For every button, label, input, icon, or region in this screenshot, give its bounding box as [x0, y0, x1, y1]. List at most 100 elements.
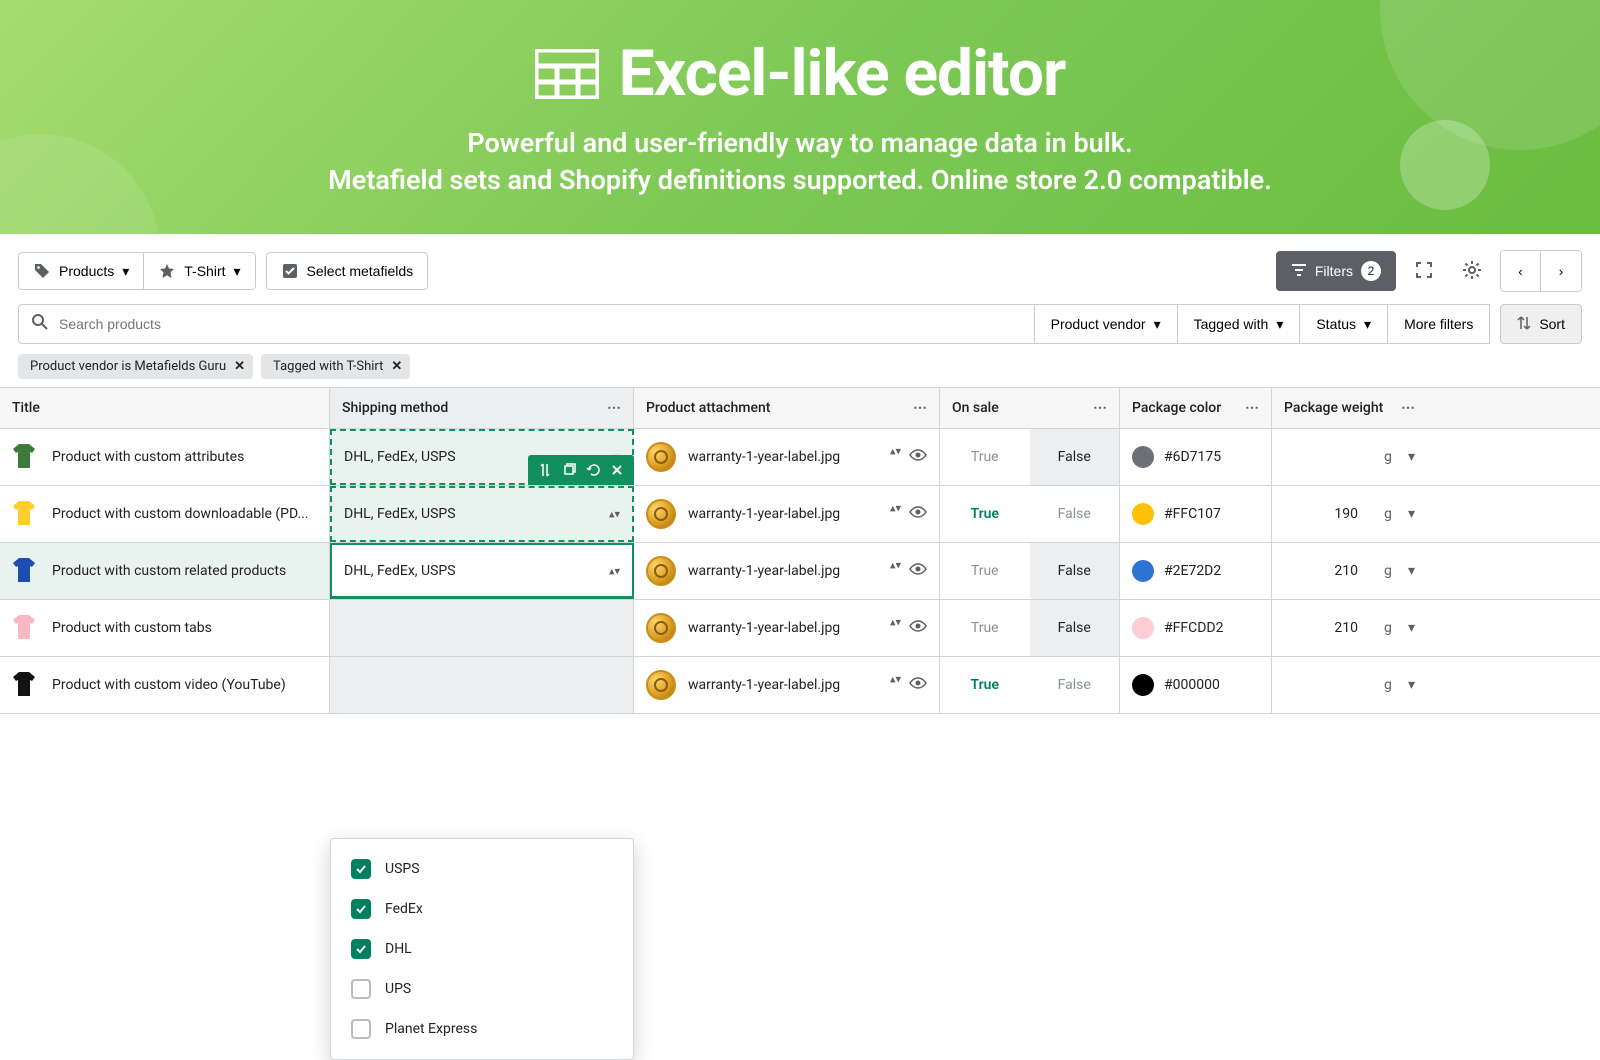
title-cell[interactable]: Product with custom video (YouTube): [0, 657, 330, 713]
onsale-cell[interactable]: TrueFalse: [940, 657, 1120, 713]
dropdown-option[interactable]: USPS: [331, 849, 633, 889]
eye-icon[interactable]: [909, 560, 927, 582]
false-toggle[interactable]: False: [1030, 657, 1120, 713]
attachment-cell[interactable]: warranty-1-year-label.jpg▴▾: [634, 543, 940, 599]
weight-cell[interactable]: 210g▾: [1272, 543, 1427, 599]
attachment-cell[interactable]: warranty-1-year-label.jpg▴▾: [634, 486, 940, 542]
false-toggle[interactable]: False: [1030, 486, 1120, 542]
eye-icon[interactable]: [909, 617, 927, 639]
false-toggle[interactable]: False: [1030, 600, 1120, 656]
false-toggle[interactable]: False: [1030, 429, 1120, 485]
close-icon[interactable]: ✕: [234, 359, 245, 374]
weight-cell[interactable]: g▾: [1272, 657, 1427, 713]
col-attachment[interactable]: Product attachment⋯: [634, 388, 940, 428]
select-handle-icon[interactable]: ▴▾: [890, 558, 901, 571]
dropdown-option[interactable]: DHL: [331, 929, 633, 969]
products-dropdown[interactable]: Products ▾: [18, 252, 144, 290]
true-toggle[interactable]: True: [940, 600, 1030, 656]
column-menu-icon[interactable]: ⋯: [913, 400, 929, 416]
dropdown-option[interactable]: UPS: [331, 969, 633, 1009]
onsale-cell[interactable]: TrueFalse: [940, 600, 1120, 656]
table-row[interactable]: Product with custom related productsDHL,…: [0, 543, 1600, 600]
select-handle-icon[interactable]: ▴▾: [890, 444, 901, 457]
more-filters-button[interactable]: More filters: [1388, 304, 1490, 344]
shipping-dropdown-panel[interactable]: USPSFedExDHLUPSPlanet Express: [330, 838, 634, 1060]
col-weight[interactable]: Package weight⋯: [1272, 388, 1427, 428]
dropdown-option[interactable]: FedEx: [331, 889, 633, 929]
chevron-down-icon[interactable]: ▾: [1408, 563, 1415, 579]
shipping-cell[interactable]: [330, 600, 634, 656]
close-icon[interactable]: ✕: [391, 359, 402, 374]
select-handle-icon[interactable]: ▴▾: [890, 615, 901, 628]
attachment-cell[interactable]: warranty-1-year-label.jpg▴▾: [634, 657, 940, 713]
shipping-cell[interactable]: DHL, FedEx, USPS▴▾: [330, 543, 634, 599]
undo-icon[interactable]: [582, 459, 604, 481]
select-handle-icon[interactable]: ▴▾: [890, 672, 901, 685]
true-toggle[interactable]: True: [940, 657, 1030, 713]
next-page-button[interactable]: ›: [1541, 251, 1581, 291]
table-row[interactable]: Product with custom attributesDHL, FedEx…: [0, 429, 1600, 486]
false-toggle[interactable]: False: [1030, 543, 1120, 599]
column-menu-icon[interactable]: ⋯: [1401, 400, 1417, 416]
chevron-down-icon[interactable]: ▾: [1408, 506, 1415, 522]
col-shipping[interactable]: Shipping method⋯: [330, 388, 634, 428]
color-cell[interactable]: #000000: [1120, 657, 1272, 713]
true-toggle[interactable]: True: [940, 486, 1030, 542]
move-icon[interactable]: [534, 459, 556, 481]
eye-icon[interactable]: [909, 446, 927, 468]
onsale-cell[interactable]: TrueFalse: [940, 429, 1120, 485]
title-cell[interactable]: Product with custom attributes: [0, 429, 330, 485]
table-row[interactable]: Product with custom downloadable (PD...D…: [0, 486, 1600, 543]
table-row[interactable]: Product with custom video (YouTube) warra…: [0, 657, 1600, 714]
true-toggle[interactable]: True: [940, 429, 1030, 485]
eye-icon[interactable]: [909, 674, 927, 696]
col-title[interactable]: Title: [0, 388, 330, 428]
weight-cell[interactable]: 210g▾: [1272, 600, 1427, 656]
title-cell[interactable]: Product with custom downloadable (PD...: [0, 486, 330, 542]
prev-page-button[interactable]: ‹: [1501, 251, 1541, 291]
checkbox[interactable]: [351, 939, 371, 959]
chip-vendor[interactable]: Product vendor is Metafields Guru✕: [18, 354, 253, 379]
onsale-cell[interactable]: TrueFalse: [940, 486, 1120, 542]
eye-icon[interactable]: [909, 503, 927, 525]
title-cell[interactable]: Product with custom tabs: [0, 600, 330, 656]
settings-button[interactable]: [1452, 251, 1492, 291]
fullscreen-button[interactable]: [1404, 251, 1444, 291]
chevron-down-icon[interactable]: ▾: [1408, 620, 1415, 636]
color-cell[interactable]: #2E72D2: [1120, 543, 1272, 599]
weight-cell[interactable]: g▾: [1272, 429, 1427, 485]
chip-tagged[interactable]: Tagged with T-Shirt✕: [261, 354, 410, 379]
col-onsale[interactable]: On sale⋯: [940, 388, 1120, 428]
table-row[interactable]: Product with custom tabs warranty-1-year-…: [0, 600, 1600, 657]
chevron-down-icon[interactable]: ▾: [1408, 449, 1415, 465]
copy-icon[interactable]: [558, 459, 580, 481]
status-filter[interactable]: Status ▾: [1300, 304, 1388, 344]
checkbox[interactable]: [351, 1019, 371, 1039]
column-menu-icon[interactable]: ⋯: [607, 400, 623, 416]
color-cell[interactable]: #FFC107: [1120, 486, 1272, 542]
sort-button[interactable]: Sort: [1500, 304, 1582, 344]
vendor-filter[interactable]: Product vendor ▾: [1035, 304, 1178, 344]
tagged-filter[interactable]: Tagged with ▾: [1178, 304, 1301, 344]
search-input[interactable]: [59, 316, 1022, 332]
tshirt-dropdown[interactable]: T-Shirt ▾: [144, 252, 255, 290]
onsale-cell[interactable]: TrueFalse: [940, 543, 1120, 599]
shipping-cell[interactable]: DHL, FedEx, USPS▴▾: [330, 486, 634, 542]
checkbox[interactable]: [351, 979, 371, 999]
weight-cell[interactable]: 190g▾: [1272, 486, 1427, 542]
color-cell[interactable]: #6D7175: [1120, 429, 1272, 485]
chevron-down-icon[interactable]: ▾: [1408, 677, 1415, 693]
close-icon[interactable]: [606, 459, 628, 481]
true-toggle[interactable]: True: [940, 543, 1030, 599]
checkbox[interactable]: [351, 899, 371, 919]
title-cell[interactable]: Product with custom related products: [0, 543, 330, 599]
dropdown-option[interactable]: Planet Express: [331, 1009, 633, 1049]
color-cell[interactable]: #FFCDD2: [1120, 600, 1272, 656]
col-color[interactable]: Package color⋯: [1120, 388, 1272, 428]
attachment-cell[interactable]: warranty-1-year-label.jpg▴▾: [634, 600, 940, 656]
shipping-cell[interactable]: [330, 657, 634, 713]
column-menu-icon[interactable]: ⋯: [1245, 400, 1261, 416]
select-handle-icon[interactable]: ▴▾: [890, 501, 901, 514]
column-menu-icon[interactable]: ⋯: [1093, 400, 1109, 416]
select-metafields-button[interactable]: Select metafields: [266, 252, 429, 290]
